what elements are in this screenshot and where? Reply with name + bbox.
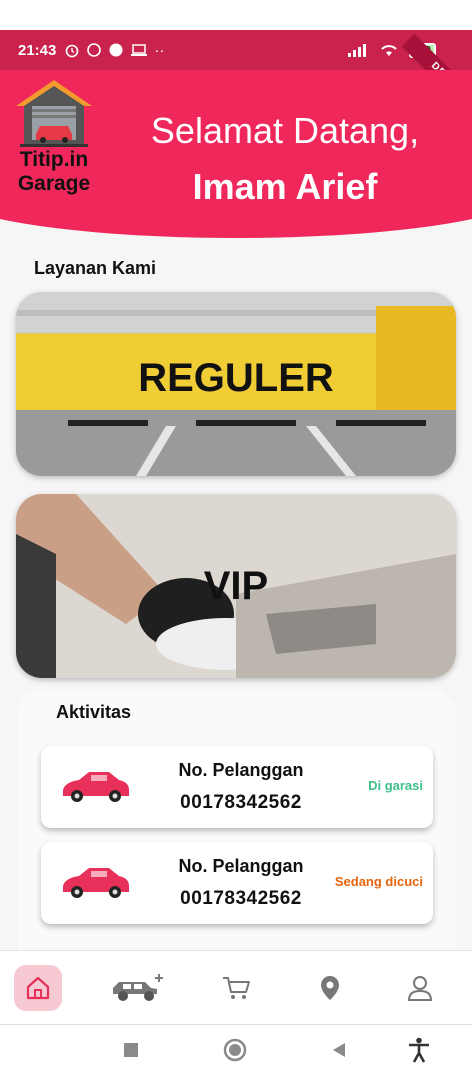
recents-icon: [124, 1043, 138, 1057]
user-name: Imam Arief: [192, 166, 378, 207]
car-icon: [63, 868, 129, 898]
activity-panel: [18, 690, 456, 970]
status-time: 21:43: [18, 41, 57, 59]
customer-number-label: No. Pelanggan: [178, 856, 304, 876]
logo-line1: Titip.in: [19, 148, 89, 171]
app-logo: Titip.in Garage: [12, 76, 96, 200]
car-icon: [63, 772, 129, 802]
home-icon: [26, 976, 50, 1000]
service-card-label: REGULER: [138, 356, 334, 400]
logo-line2: Garage: [17, 172, 91, 195]
system-home-button[interactable]: [222, 1037, 248, 1063]
nav-profile-button[interactable]: [396, 965, 444, 1011]
back-button[interactable]: [326, 1037, 352, 1063]
car-add-icon: [113, 974, 163, 1001]
status-bar: 21:43 ·· 100 DEBUG: [0, 30, 472, 125]
garage-logo-icon: [16, 80, 92, 147]
customer-number-label: No. Pelanggan: [178, 760, 304, 780]
activity-status: Di garasi: [368, 778, 423, 793]
activity-section-title: Aktivitas: [56, 702, 132, 722]
nav-home-button[interactable]: [14, 965, 62, 1011]
activity-row[interactable]: No. Pelanggan 00178342562 Di garasi: [41, 746, 433, 828]
service-card-label: VIP: [203, 564, 269, 608]
recents-button[interactable]: [118, 1037, 144, 1063]
service-card-vip[interactable]: VIP: [16, 494, 456, 678]
greeting-text: Selamat Datang,: [150, 110, 420, 151]
whatsapp-icon: [87, 43, 102, 57]
cart-icon: [223, 977, 250, 999]
service-card-reguler[interactable]: REGULER: [16, 292, 456, 476]
location-pin-icon: [321, 976, 339, 1000]
system-navigation-bar: [0, 1024, 472, 1073]
nav-add-vehicle-button[interactable]: [110, 965, 170, 1011]
nav-cart-button[interactable]: [212, 965, 260, 1011]
app-screen: 21:43 ·· 100 DEBUG Titip.in: [0, 0, 472, 1073]
logo-text: Titip.in Garage: [12, 148, 96, 196]
back-icon: [333, 1043, 345, 1057]
laptop-icon: [131, 44, 148, 56]
bottom-navigation-bar: [0, 950, 472, 1024]
customer-number-value: 00178342562: [180, 792, 302, 813]
status-notification-icons: ··: [64, 42, 164, 59]
more-dots-icon: ··: [154, 41, 165, 59]
wifi-icon: [381, 45, 398, 56]
profile-icon: [407, 976, 433, 1001]
alarm-icon: [66, 44, 79, 58]
app-notification-icon: [109, 43, 123, 57]
accessibility-icon: [409, 1037, 429, 1063]
customer-number-value: 00178342562: [180, 888, 302, 909]
top-margin: [0, 0, 472, 30]
signal-icon: [348, 44, 367, 57]
home-circle-icon: [223, 1038, 247, 1062]
services-section-title: Layanan Kami: [34, 258, 157, 278]
activity-row[interactable]: No. Pelanggan 00178342562 Sedang dicuci: [41, 842, 433, 924]
activity-status: Sedang dicuci: [334, 874, 423, 889]
accessibility-button[interactable]: [406, 1037, 432, 1063]
nav-location-button[interactable]: [306, 965, 354, 1011]
